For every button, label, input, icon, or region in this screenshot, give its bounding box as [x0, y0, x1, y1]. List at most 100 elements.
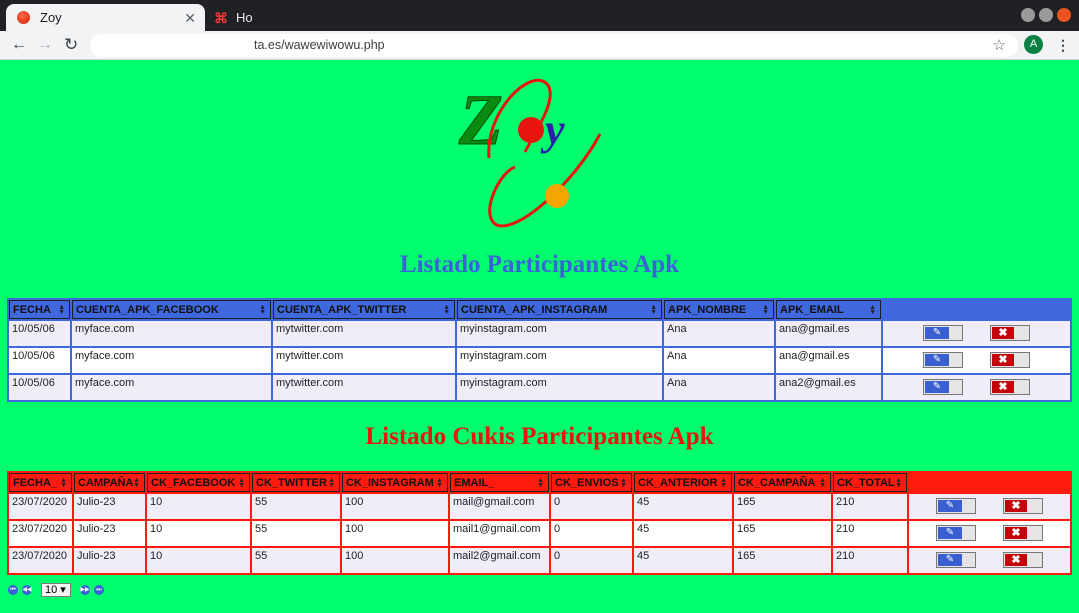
cell-ck-anterior: 45 [634, 548, 732, 573]
close-tab-icon[interactable]: ✕ [184, 10, 196, 27]
delete-x-icon: ✖ [1005, 500, 1028, 512]
tab-title: Ho [236, 10, 253, 25]
col-campana[interactable]: CAMPAÑA ▲ ▼ [74, 473, 145, 492]
edit-button[interactable]: ✎ [922, 352, 963, 368]
table-row: 10/05/06 myface.com mytwitter.com myinst… [9, 321, 1070, 346]
cell-facebook: myface.com [72, 375, 271, 400]
cell-fecha: 10/05/06 [9, 348, 70, 373]
delete-button[interactable]: ✖ [990, 325, 1031, 341]
cell-nombre: Ana [664, 348, 774, 373]
delete-button[interactable]: ✖ [1003, 525, 1044, 541]
cell-ck-total: 210 [833, 521, 907, 546]
address-bar[interactable]: ta.es/wawewiwowu.php ☆ [90, 34, 1018, 57]
edit-button[interactable]: ✎ [935, 498, 976, 514]
sort-icon: ▲ ▼ [762, 304, 769, 316]
logo-sun [545, 184, 569, 208]
tab-strip: Zoy ✕ ⌘ Ho [0, 0, 1079, 31]
edit-button[interactable]: ✎ [935, 525, 976, 541]
delete-button[interactable]: ✖ [1003, 552, 1044, 568]
sort-icon: ▲ ▼ [133, 477, 140, 489]
site-favicon-icon: ⌘ [214, 9, 228, 26]
back-arrow-icon[interactable]: ← [11, 36, 27, 54]
col-ck-facebook[interactable]: CK_FACEBOOK ▲ ▼ [147, 473, 250, 492]
profile-avatar[interactable]: A [1024, 35, 1043, 54]
cell-ck-twitter: 55 [252, 494, 340, 519]
delete-button[interactable]: ✖ [990, 352, 1031, 368]
sort-icon: ▲ ▼ [60, 477, 67, 489]
sort-icon: ▲ ▼ [620, 477, 627, 489]
forward-arrow-icon[interactable]: → [37, 36, 53, 54]
col-ck-total[interactable]: CK_TOTAL ▲ ▼ [833, 473, 907, 492]
title-participantes: Listado Participantes Apk [399, 251, 680, 278]
cell-fecha: 23/07/2020 [9, 494, 72, 519]
last-page-icon[interactable]: ⏭ [94, 585, 104, 595]
cell-actions: ✎ ✖ [909, 548, 1070, 573]
cell-instagram: myinstagram.com [457, 348, 662, 373]
col-nombre[interactable]: APK_NOMBRE ▲ ▼ [664, 300, 774, 319]
delete-button[interactable]: ✖ [1003, 498, 1044, 514]
browser-toolbar: ← → ↻ ta.es/wawewiwowu.php ☆ A ⋮ [0, 31, 1079, 60]
col-fecha[interactable]: FECHA ▲ ▼ [9, 300, 70, 319]
edit-button[interactable]: ✎ [922, 379, 963, 395]
delete-x-icon: ✖ [1005, 527, 1028, 539]
col-ck-twitter[interactable]: CK_TWITTER ▲ ▼ [252, 473, 340, 492]
table-row: 23/07/2020 Julio-23 10 55 100 mail@gmail… [9, 494, 1070, 519]
col-instagram[interactable]: CUENTA_APK_INSTAGRAM ▲ ▼ [457, 300, 662, 319]
first-page-icon[interactable]: ⏮ [8, 585, 18, 595]
cell-campana: Julio-23 [74, 521, 145, 546]
edit-button[interactable]: ✎ [935, 552, 976, 568]
cukis-table: FECHA_ ▲ ▼ CAMPAÑA ▲ ▼ CK_FACEBOOK ▲ ▼ CK_TWIT… [7, 471, 1072, 575]
col-facebook[interactable]: CUENTA_APK_FACEBOOK ▲ ▼ [72, 300, 271, 319]
col-ck-anterior[interactable]: CK_ANTERIOR ▲ ▼ [634, 473, 732, 492]
col-email[interactable]: APK_EMAIL ▲ ▼ [776, 300, 881, 319]
sort-icon: ▲ ▼ [259, 304, 266, 316]
participantes-table: FECHA ▲ ▼ CUENTA_APK_FACEBOOK ▲ ▼ CUENTA_APK… [7, 298, 1072, 402]
sort-icon: ▲ ▼ [869, 304, 876, 316]
pagination: ⏮ ◀◀ 10 ▾ ▶▶ ⏭ [8, 583, 104, 597]
delete-x-icon: ✖ [992, 327, 1015, 339]
col-twitter[interactable]: CUENTA_APK_TWITTER ▲ ▼ [273, 300, 455, 319]
tab-title: Zoy [40, 10, 62, 25]
col-ck-campana[interactable]: CK_CAMPAÑA ▲ ▼ [734, 473, 831, 492]
cell-ck-envios: 0 [551, 548, 632, 573]
sort-icon: ▲ ▼ [58, 304, 65, 316]
menu-dots-icon[interactable]: ⋮ [1056, 35, 1070, 55]
cell-email: mail2@gmail.com [450, 548, 549, 573]
bookmark-star-icon[interactable]: ☆ [993, 36, 1006, 54]
reload-icon[interactable]: ↻ [64, 36, 78, 54]
sort-icon: ▲ ▼ [650, 304, 657, 316]
cell-actions: ✎ ✖ [883, 375, 1070, 400]
col-ck-instagram[interactable]: CK_INSTAGRAM ▲ ▼ [342, 473, 448, 492]
tab-zoy[interactable]: Zoy ✕ [6, 4, 205, 31]
sort-icon: ▲ ▼ [238, 477, 245, 489]
tab-ho[interactable]: ⌘ Ho [208, 4, 368, 31]
delete-button[interactable]: ✖ [990, 379, 1031, 395]
cell-ck-campana: 165 [734, 521, 831, 546]
cell-actions: ✎ ✖ [883, 348, 1070, 373]
edit-button[interactable]: ✎ [922, 325, 963, 341]
prev-page-icon[interactable]: ◀◀ [22, 585, 32, 595]
pencil-icon: ✎ [937, 500, 962, 512]
cell-ck-total: 210 [833, 494, 907, 519]
col-email[interactable]: EMAIL_ ▲ ▼ [450, 473, 549, 492]
maximize-icon[interactable] [1039, 8, 1053, 22]
cell-ck-twitter: 55 [252, 548, 340, 573]
window-controls [1021, 8, 1071, 22]
pencil-icon: ✎ [924, 327, 949, 339]
minimize-icon[interactable] [1021, 8, 1035, 22]
next-page-icon[interactable]: ▶▶ [80, 585, 90, 595]
cell-nombre: Ana [664, 375, 774, 400]
cell-campana: Julio-23 [74, 494, 145, 519]
col-fecha[interactable]: FECHA_ ▲ ▼ [9, 473, 72, 492]
col-ck-envios[interactable]: CK_ENVIOS ▲ ▼ [551, 473, 632, 492]
cell-twitter: mytwitter.com [273, 348, 455, 373]
cell-twitter: mytwitter.com [273, 321, 455, 346]
sort-icon: ▲ ▼ [328, 477, 335, 489]
pencil-icon: ✎ [924, 381, 949, 393]
page-size-select[interactable]: 10 ▾ [41, 583, 71, 597]
delete-x-icon: ✖ [1005, 554, 1028, 566]
cell-fecha: 10/05/06 [9, 375, 70, 400]
close-window-icon[interactable] [1057, 8, 1071, 22]
cell-facebook: myface.com [72, 321, 271, 346]
cell-ck-facebook: 10 [147, 494, 250, 519]
